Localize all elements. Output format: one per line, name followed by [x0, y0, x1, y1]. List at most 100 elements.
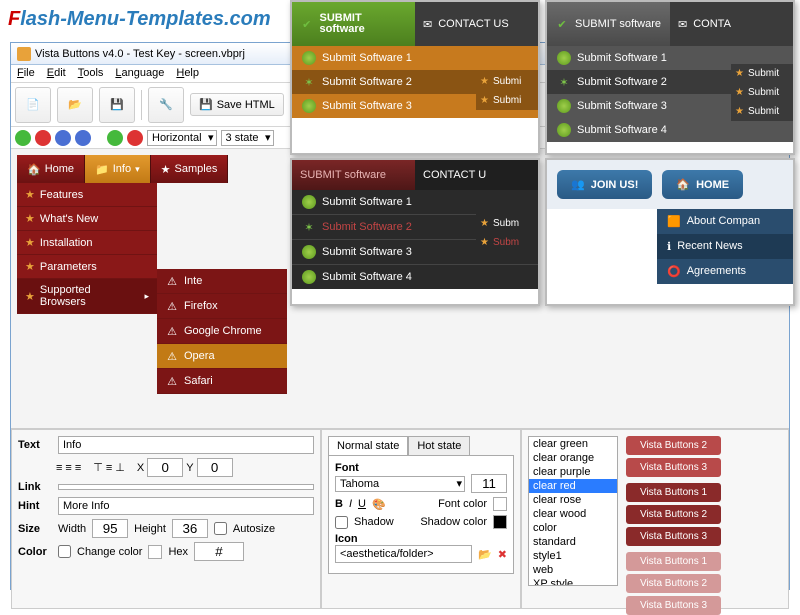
- left-icon[interactable]: [55, 130, 71, 146]
- list-item-selected[interactable]: ℹRecent News: [657, 234, 793, 259]
- width-input[interactable]: [92, 519, 128, 538]
- preview-button[interactable]: Vista Buttons 1: [626, 552, 721, 571]
- tab-hot-state[interactable]: Hot state: [408, 436, 470, 455]
- submenu-item[interactable]: ⚠Inte: [157, 269, 287, 294]
- tab-info[interactable]: 📁Info▾: [85, 155, 151, 183]
- submenu-item[interactable]: ⚠Google Chrome: [157, 319, 287, 344]
- tab-samples[interactable]: ★Samples: [151, 155, 229, 183]
- charmap-icon[interactable]: 🎨: [372, 498, 386, 511]
- sub-item[interactable]: ★Submit: [731, 102, 793, 121]
- menu-language[interactable]: Language: [115, 67, 164, 80]
- head-contact[interactable]: ✉CONTA: [670, 2, 793, 46]
- submenu-item[interactable]: ⚠Firefox: [157, 294, 287, 319]
- hint-input[interactable]: More Info: [58, 497, 314, 515]
- italic-button[interactable]: I: [349, 498, 352, 510]
- link-input[interactable]: [58, 484, 314, 490]
- head-contact[interactable]: ✉CONTACT US: [415, 2, 538, 46]
- changecolor-checkbox[interactable]: [58, 545, 71, 558]
- menu-help[interactable]: Help: [176, 67, 199, 80]
- new-button[interactable]: 📄: [15, 87, 51, 123]
- head-contact[interactable]: CONTACT U: [415, 160, 538, 190]
- autosize-checkbox[interactable]: [214, 522, 227, 535]
- open-button[interactable]: 📂: [57, 87, 93, 123]
- list-item[interactable]: clear orange: [529, 451, 617, 465]
- dropdown-item[interactable]: ★Features: [17, 183, 157, 207]
- dropdown-item[interactable]: ★Parameters: [17, 255, 157, 279]
- dropdown-item[interactable]: ★Installation: [17, 231, 157, 255]
- preview-button[interactable]: Vista Buttons 1: [626, 483, 721, 502]
- preview-button[interactable]: Vista Buttons 2: [626, 574, 721, 593]
- states-select[interactable]: 3 state: [221, 130, 274, 146]
- list-item[interactable]: XP style: [529, 577, 617, 586]
- align-right-icon[interactable]: ≡: [75, 462, 81, 474]
- list-item-selected[interactable]: clear red: [529, 479, 617, 493]
- sub-item[interactable]: ★Subm: [476, 214, 538, 233]
- dropdown-item[interactable]: ★What's New: [17, 207, 157, 231]
- shadowcolor-swatch[interactable]: [493, 515, 507, 529]
- y-input[interactable]: [197, 458, 233, 477]
- preview-button[interactable]: Vista Buttons 2: [626, 436, 721, 455]
- dropdown-item-selected[interactable]: ★Supported Browsers▸: [17, 279, 157, 314]
- height-input[interactable]: [172, 519, 208, 538]
- tab-normal-state[interactable]: Normal state: [328, 436, 408, 455]
- list-item[interactable]: clear green: [529, 437, 617, 451]
- text-input[interactable]: Info: [58, 436, 314, 454]
- style-listbox[interactable]: clear green clear orange clear purple cl…: [528, 436, 618, 586]
- fontcolor-swatch[interactable]: [493, 497, 507, 511]
- list-item[interactable]: ⭕Agreements: [657, 259, 793, 284]
- valign-bot-icon[interactable]: ⊥: [115, 461, 125, 474]
- add-icon[interactable]: [15, 130, 31, 146]
- valign-top-icon[interactable]: ⊤: [93, 461, 103, 474]
- save-button[interactable]: 💾: [99, 87, 135, 123]
- list-item[interactable]: clear wood: [529, 507, 617, 521]
- head-submit[interactable]: ✔SUBMIT software: [547, 2, 670, 46]
- join-button[interactable]: 👥JOIN US!: [557, 170, 652, 199]
- remove-icon[interactable]: [35, 130, 51, 146]
- preview-button[interactable]: Vista Buttons 3: [626, 527, 721, 546]
- submenu-item[interactable]: ⚠Safari: [157, 369, 287, 394]
- browse-icon[interactable]: 📂: [478, 548, 492, 561]
- menu-file[interactable]: File: [17, 67, 35, 80]
- shadow-checkbox[interactable]: [335, 516, 348, 529]
- save-html-button[interactable]: 💾 Save HTML: [190, 93, 284, 116]
- icon-input[interactable]: <aesthetica/folder>: [335, 545, 472, 563]
- sub-item[interactable]: ★Subm: [476, 233, 538, 252]
- font-select[interactable]: Tahoma: [335, 476, 465, 492]
- bold-button[interactable]: B: [335, 498, 343, 510]
- sub-item[interactable]: ★Submit: [731, 64, 793, 83]
- sub-item[interactable]: ★Submi: [476, 72, 538, 91]
- x-input[interactable]: [147, 458, 183, 477]
- menu-tools[interactable]: Tools: [78, 67, 104, 80]
- list-item[interactable]: Submit Software 4: [292, 265, 538, 289]
- sub-item[interactable]: ★Submit: [731, 83, 793, 102]
- add2-icon[interactable]: [107, 130, 123, 146]
- hex-input[interactable]: [194, 542, 244, 561]
- list-item[interactable]: clear rose: [529, 493, 617, 507]
- tab-home[interactable]: 🏠Home: [17, 155, 85, 183]
- align-center-icon[interactable]: ≡: [65, 462, 71, 474]
- underline-button[interactable]: U: [358, 498, 366, 510]
- menu-edit[interactable]: Edit: [47, 67, 66, 80]
- list-item[interactable]: standard: [529, 535, 617, 549]
- list-item[interactable]: style1: [529, 549, 617, 563]
- home-button[interactable]: 🏠HOME: [662, 170, 743, 199]
- head-submit[interactable]: SUBMIT software: [292, 160, 415, 190]
- preview-button[interactable]: Vista Buttons 3: [626, 458, 721, 477]
- list-item[interactable]: Submit Software 1: [292, 46, 538, 70]
- export-button[interactable]: 🔧: [148, 87, 184, 123]
- list-item[interactable]: clear purple: [529, 465, 617, 479]
- fontsize-input[interactable]: [471, 474, 507, 493]
- sub-item[interactable]: ★Submi: [476, 91, 538, 110]
- preview-button[interactable]: Vista Buttons 2: [626, 505, 721, 524]
- list-item[interactable]: Submit Software 1: [292, 190, 538, 215]
- list-item[interactable]: 🟧About Compan: [657, 209, 793, 234]
- submenu-item-selected[interactable]: ⚠Opera: [157, 344, 287, 369]
- list-item[interactable]: web: [529, 563, 617, 577]
- valign-mid-icon[interactable]: ≡: [106, 462, 112, 474]
- remove2-icon[interactable]: [127, 130, 143, 146]
- list-item[interactable]: color: [529, 521, 617, 535]
- preview-button[interactable]: Vista Buttons 3: [626, 596, 721, 615]
- color-swatch[interactable]: [148, 545, 162, 559]
- head-submit[interactable]: ✔SUBMIT software: [292, 2, 415, 46]
- list-item[interactable]: Submit Software 4: [547, 118, 793, 142]
